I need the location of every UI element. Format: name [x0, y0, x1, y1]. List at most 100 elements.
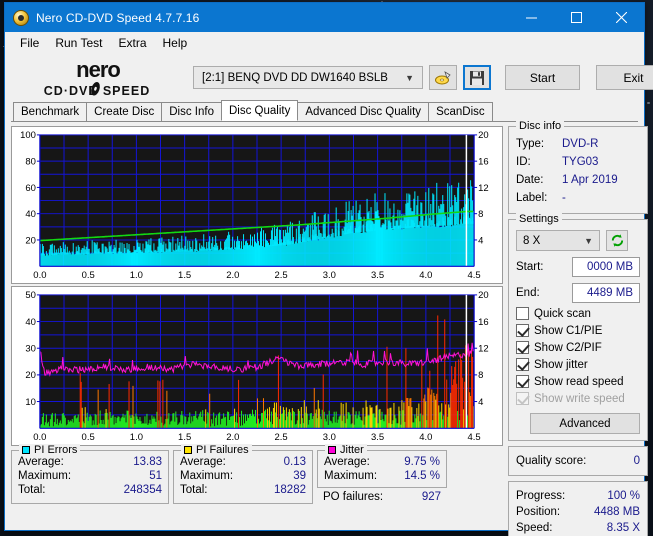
po-failures-row: PO failures: 927 — [317, 488, 447, 504]
drive-select[interactable]: [2:1] BENQ DVD DD DW1640 BSLB ▼ — [193, 66, 423, 89]
label: Show read speed — [534, 375, 624, 388]
close-icon[interactable] — [599, 3, 644, 32]
pi-failures-title: PI Failures — [196, 444, 249, 456]
label: Average: — [18, 456, 64, 468]
svg-text:20: 20 — [25, 234, 36, 245]
value: 927 — [421, 491, 441, 503]
value: 9.75 % — [404, 456, 440, 468]
tab-scandisc[interactable]: ScanDisc — [428, 102, 493, 121]
menu-item-file[interactable]: File — [12, 34, 47, 52]
svg-text:20: 20 — [25, 369, 36, 380]
window-title: Nero CD-DVD Speed 4.7.7.16 — [36, 10, 200, 25]
svg-text:12: 12 — [478, 343, 489, 354]
svg-text:0.0: 0.0 — [33, 431, 46, 442]
start-input[interactable]: 0000 MB — [572, 257, 640, 277]
label: PO failures: — [323, 491, 384, 503]
maximize-icon[interactable] — [554, 3, 599, 32]
end-input[interactable]: 4489 MB — [572, 283, 640, 303]
title-bar: Nero CD-DVD Speed 4.7.7.16 — [5, 3, 644, 32]
speed-select[interactable]: 8 X ▼ — [516, 230, 600, 251]
svg-text:1.0: 1.0 — [130, 431, 143, 442]
toolbar: nero CD·DVD SPEED [2:1] BENQ DVD DD DW16… — [5, 54, 653, 101]
pi-failures-color-swatch — [184, 446, 192, 454]
label: Average: — [324, 456, 370, 468]
pi-errors-color-swatch — [22, 446, 30, 454]
start-button[interactable]: Start — [505, 65, 580, 90]
application-window: Nero CD-DVD Speed 4.7.7.16 File Run Test… — [4, 2, 653, 536]
menu-item-run-test[interactable]: Run Test — [47, 34, 110, 52]
pi-errors-stats: PI Errors Average: 13.83 Maximum: 51 Tot… — [11, 444, 169, 504]
tab-disc-quality[interactable]: Disc Quality — [221, 100, 299, 121]
disc-date-row: Date: 1 Apr 2019 — [516, 171, 640, 189]
svg-text:12: 12 — [478, 182, 489, 193]
svg-text:20: 20 — [478, 289, 489, 300]
value: 51 — [149, 470, 162, 482]
jitter-color-swatch — [328, 446, 336, 454]
label: Position: — [516, 506, 561, 518]
eject-disc-icon[interactable] — [429, 65, 457, 90]
checkbox-show-read-speed[interactable]: Show read speed — [516, 375, 640, 388]
svg-text:30: 30 — [25, 343, 36, 354]
side-panel: Disc info Type: DVD-R ID: TYG03 Date: 1 … — [508, 120, 648, 536]
pi-errors-maximum-row: Maximum: 51 — [18, 469, 162, 483]
checkbox-show-c2-pif[interactable]: Show C2/PIF — [516, 341, 640, 354]
jitter-stats: Jitter Average: 9.75 % Maximum: 14.5 % — [317, 444, 447, 488]
label: Show jitter — [534, 358, 588, 371]
label: Show C2/PIF — [534, 341, 602, 354]
floppy-save-icon[interactable] — [463, 65, 491, 90]
position-row: Position: 4488 MB — [516, 504, 640, 520]
label: Show C1/PIE — [534, 324, 603, 337]
checkbox-icon — [516, 307, 529, 320]
value: DVD-R — [562, 138, 599, 150]
tab-create-disc[interactable]: Create Disc — [86, 102, 163, 121]
settings-title: Settings — [516, 213, 562, 225]
drive-select-value: [2:1] BENQ DVD DD DW1640 BSLB — [202, 71, 388, 84]
svg-text:2.5: 2.5 — [275, 269, 288, 280]
checkbox-show-c1-pie[interactable]: Show C1/PIE — [516, 324, 640, 337]
settings-group: Settings 8 X ▼ Start: 0000 MB End: 4489 … — [508, 213, 648, 441]
checkbox-icon — [516, 358, 529, 371]
tab-advanced-disc-quality[interactable]: Advanced Disc Quality — [297, 102, 430, 121]
start-label: Start: — [516, 261, 544, 273]
value: 8.35 X — [606, 522, 640, 534]
quality-score-group: Quality score: 0 — [508, 446, 648, 476]
svg-text:3.0: 3.0 — [323, 431, 336, 442]
advanced-button[interactable]: Advanced — [530, 413, 640, 434]
start-field-row: Start: 0000 MB — [516, 257, 640, 277]
menu-item-extra[interactable]: Extra — [110, 34, 154, 52]
svg-text:80: 80 — [25, 156, 36, 167]
pi-errors-chart: 20 40 60 80 100 4 8 12 16 20 0.0 0.5 1.0 1.5 2.0 2.5 3.0… — [11, 126, 503, 284]
pi-errors-total-row: Total: 248354 — [18, 483, 162, 497]
pi-failures-average-row: Average: 0.13 — [180, 455, 306, 469]
tab-benchmark[interactable]: Benchmark — [13, 102, 88, 121]
menu-item-help[interactable]: Help — [155, 34, 196, 52]
svg-text:20: 20 — [478, 129, 489, 140]
label: Type: — [516, 138, 545, 150]
svg-text:4.5: 4.5 — [468, 431, 481, 442]
end-label: End: — [516, 287, 540, 299]
disc-id-row: ID: TYG03 — [516, 153, 640, 171]
svg-text:10: 10 — [25, 396, 36, 407]
checkbox-show-jitter[interactable]: Show jitter — [516, 358, 640, 371]
checkbox-quick-scan[interactable]: Quick scan — [516, 307, 640, 320]
label: Total: — [180, 484, 208, 496]
value: 18282 — [274, 484, 306, 496]
value: 1 Apr 2019 — [562, 174, 618, 186]
label: Label: — [516, 192, 548, 204]
pi-failures-legend: PI Failures — [181, 444, 252, 456]
label: Total: — [18, 484, 46, 496]
svg-text:60: 60 — [25, 182, 36, 193]
svg-text:0.0: 0.0 — [33, 269, 46, 280]
menu-bar: File Run Test Extra Help — [5, 32, 644, 54]
svg-text:1.5: 1.5 — [178, 269, 191, 280]
svg-text:40: 40 — [25, 316, 36, 327]
svg-text:0.5: 0.5 — [82, 269, 95, 280]
jitter-legend: Jitter — [325, 444, 367, 456]
label: Maximum: — [180, 470, 234, 482]
exit-button[interactable]: Exit — [596, 65, 653, 90]
value: 100 % — [607, 490, 640, 502]
refresh-icon[interactable] — [606, 230, 628, 251]
minimize-icon[interactable] — [509, 3, 554, 32]
tab-disc-info[interactable]: Disc Info — [161, 102, 222, 121]
chevron-down-icon: ▼ — [405, 72, 414, 83]
